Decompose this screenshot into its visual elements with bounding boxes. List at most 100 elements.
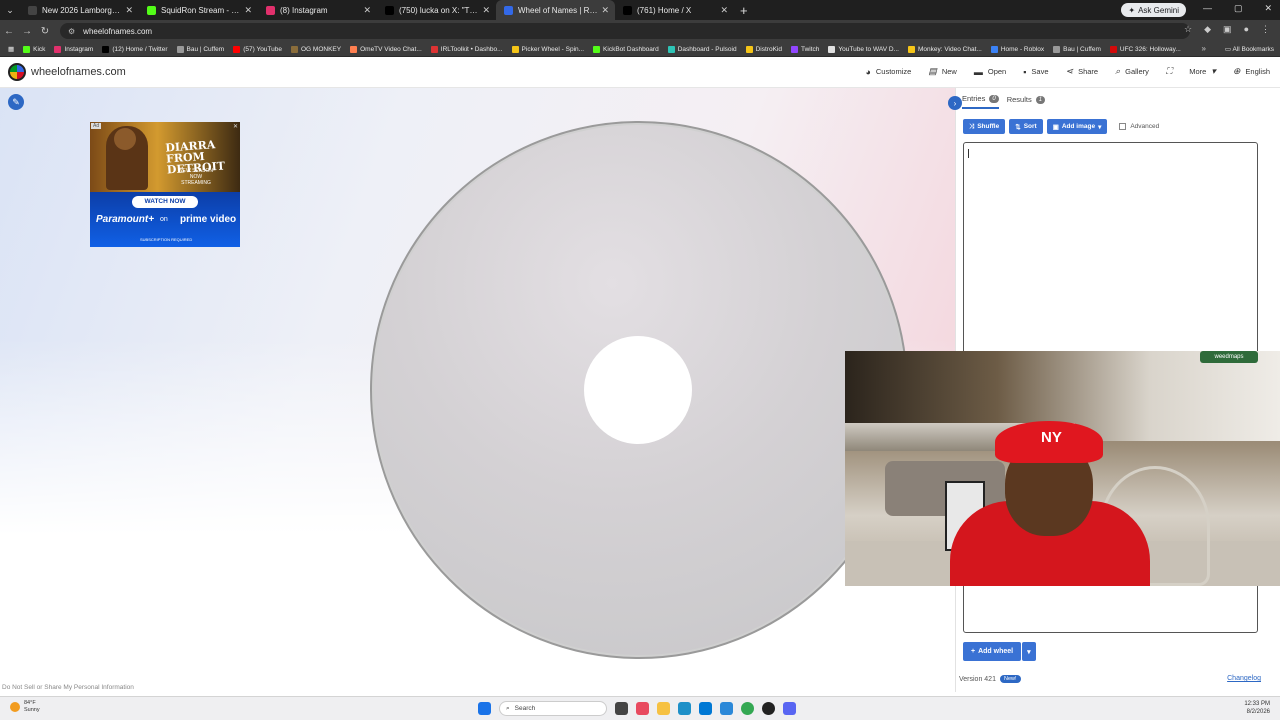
file-explorer-icon[interactable] [657, 702, 670, 715]
bookmark-item[interactable]: Bau | Cuffem [176, 45, 224, 53]
forward-icon[interactable]: → [18, 26, 36, 37]
bookmark-item[interactable]: (12) Home / Twitter [102, 45, 168, 53]
weather-widget[interactable]: 84°F Sunny [10, 700, 40, 714]
minimize-icon[interactable]: — [1203, 3, 1212, 14]
discord-icon[interactable] [783, 702, 796, 715]
url-input[interactable]: ⚙ wheelofnames.com [60, 23, 1190, 39]
bookmark-item[interactable]: YouTube to WAV D... [828, 45, 899, 53]
bookmark-item[interactable]: Bau | Cuffem [1053, 45, 1101, 53]
task-view-icon[interactable] [615, 702, 628, 715]
obs-icon[interactable] [762, 702, 775, 715]
all-bookmarks-folder[interactable]: ▭ All Bookmarks [1225, 45, 1274, 53]
bookmark-label: OmeTV Video Chat... [360, 45, 422, 53]
start-windows-icon[interactable] [478, 702, 491, 715]
advanced-toggle[interactable]: Advanced [1119, 123, 1159, 130]
menu-language[interactable]: ⊕ English [1233, 66, 1270, 77]
extensions-puzzle-icon[interactable]: ▣ [1223, 24, 1232, 35]
bookmark-item[interactable]: Monkey: Video Chat... [907, 45, 982, 53]
extension-icon[interactable]: ◆ [1204, 24, 1211, 35]
copilot-icon[interactable] [636, 702, 649, 715]
bookmark-favicon-icon [1053, 45, 1061, 53]
sort-button[interactable]: ⇅ Sort [1009, 119, 1043, 134]
menu-open[interactable]: ▬ Open [974, 66, 1006, 77]
privacy-link[interactable]: Do Not Sell or Share My Personal Informa… [2, 684, 134, 691]
bookmark-favicon-icon [990, 45, 998, 53]
store-icon[interactable] [699, 702, 712, 715]
collapse-panel-icon[interactable]: › [948, 96, 962, 110]
menu-save[interactable]: ▪ Save [1023, 66, 1048, 77]
menu-fullscreen[interactable]: ⛶ [1166, 66, 1172, 77]
close-icon[interactable]: ✕ [125, 5, 133, 16]
tab-search-icon[interactable]: ⌄ [0, 0, 20, 20]
advertisement[interactable]: Ad ✕ DIARRA FROM DETROIT NEW SEASON NOW … [90, 122, 240, 247]
browser-tab[interactable]: (750) lucka on X: "The ONLY th✕ [377, 0, 496, 20]
kebab-menu-icon[interactable]: ⋮ [1261, 24, 1270, 35]
menu-customize[interactable]: ◕ Customize [865, 66, 911, 77]
wheel-logo-icon[interactable] [8, 63, 26, 81]
ad-close-icon[interactable]: ✕ [233, 123, 238, 130]
profile-avatar-icon[interactable]: ● [1244, 24, 1249, 35]
bookmark-item[interactable]: Home - Roblox [990, 45, 1044, 53]
shuffle-button[interactable]: ⤨ Shuffle [963, 119, 1006, 134]
menu-more[interactable]: More ▾ [1189, 66, 1216, 77]
back-icon[interactable]: ← [0, 26, 18, 37]
ask-gemini-button[interactable]: ✦ Ask Gemini [1121, 3, 1186, 17]
close-icon[interactable]: ✕ [720, 5, 728, 16]
browser-toolbar-icons: ☆ ◆ ▣ ● ⋮ [1184, 24, 1270, 35]
wheel-center-hub[interactable] [584, 336, 692, 444]
browser-tab[interactable]: (761) Home / X ✕ [615, 0, 734, 20]
bookmark-item[interactable]: DistroKid [745, 45, 782, 53]
taskbar-clock[interactable]: 12:33 PM 8/2/2026 [1244, 700, 1270, 716]
apps-grid-icon[interactable]: ▦ [8, 45, 14, 53]
bookmark-item[interactable]: (57) YouTube [233, 45, 282, 53]
bookmark-label: YouTube to WAV D... [838, 45, 899, 53]
close-icon[interactable]: ✕ [601, 5, 609, 16]
menu-new[interactable]: ▤ New [928, 66, 957, 77]
edge-icon[interactable] [678, 702, 691, 715]
more-bookmarks-icon[interactable]: » [1202, 44, 1206, 53]
image-icon: ▣ [1052, 123, 1059, 131]
site-title[interactable]: wheelofnames.com [31, 66, 126, 78]
browser-tab[interactable]: New 2026 Lamborghini Urus SE✕ [20, 0, 139, 20]
edit-pencil-icon[interactable]: ✎ [8, 94, 24, 110]
close-icon[interactable]: ✕ [482, 5, 490, 16]
bookmark-item[interactable]: Twitch [790, 45, 820, 53]
browser-tab-active[interactable]: Wheel of Names | Random nam✕ [496, 0, 615, 20]
ad-watch-now-button[interactable]: WATCH NOW [132, 196, 198, 208]
tab-results[interactable]: Results 1 [1007, 94, 1046, 109]
menu-share[interactable]: ⋖ Share [1066, 66, 1099, 77]
site-info-icon[interactable]: ⚙ [68, 27, 75, 36]
browser-tab[interactable]: SquidRon Stream - Watch Live✕ [139, 0, 258, 20]
add-image-button[interactable]: ▣ Add image ▾ [1046, 119, 1108, 134]
bookmark-label: Twitch [800, 45, 820, 53]
bookmark-item[interactable]: Instagram [54, 45, 93, 53]
close-icon[interactable]: ✕ [363, 5, 371, 16]
ad-subheadline: NEW SEASON NOW STREAMING [179, 168, 213, 186]
version-info: Version 421 New! [959, 675, 1021, 683]
bookmark-label: UFC 326: Holloway... [1119, 45, 1181, 53]
taskbar-search[interactable]: ⌕ Search [499, 701, 607, 716]
mail-icon[interactable] [720, 702, 733, 715]
bookmark-item[interactable]: KickBot Dashboard [593, 45, 659, 53]
reload-icon[interactable]: ↻ [36, 26, 54, 37]
add-wheel-dropdown[interactable]: ▾ [1022, 642, 1036, 661]
add-wheel-button[interactable]: + Add wheel [963, 642, 1022, 661]
maximize-icon[interactable]: ▢ [1234, 3, 1243, 14]
bookmark-item[interactable]: Dashboard - Pulsoid [667, 45, 737, 53]
bookmark-item[interactable]: Kick [23, 45, 45, 53]
bookmark-item[interactable]: UFC 326: Holloway... [1109, 45, 1181, 53]
close-icon[interactable]: ✕ [244, 5, 252, 16]
bookmark-item[interactable]: Picker Wheel - Spin... [511, 45, 584, 53]
advanced-checkbox[interactable] [1119, 123, 1127, 130]
bookmark-item[interactable]: OG MONKEY [291, 45, 341, 53]
close-window-icon[interactable]: ✕ [1264, 3, 1272, 14]
tab-entries[interactable]: Entries 0 [962, 94, 999, 109]
browser-tab[interactable]: (8) Instagram ✕ [258, 0, 377, 20]
bookmark-item[interactable]: IRLToolkit • Dashbo... [430, 45, 503, 53]
changelog-link[interactable]: Changelog [1227, 675, 1261, 682]
chrome-icon[interactable] [741, 702, 754, 715]
bookmark-item[interactable]: OmeTV Video Chat... [350, 45, 422, 53]
bookmark-star-icon[interactable]: ☆ [1184, 24, 1192, 35]
new-tab-icon[interactable]: + [740, 3, 748, 18]
menu-gallery[interactable]: ⌕ Gallery [1115, 66, 1149, 77]
